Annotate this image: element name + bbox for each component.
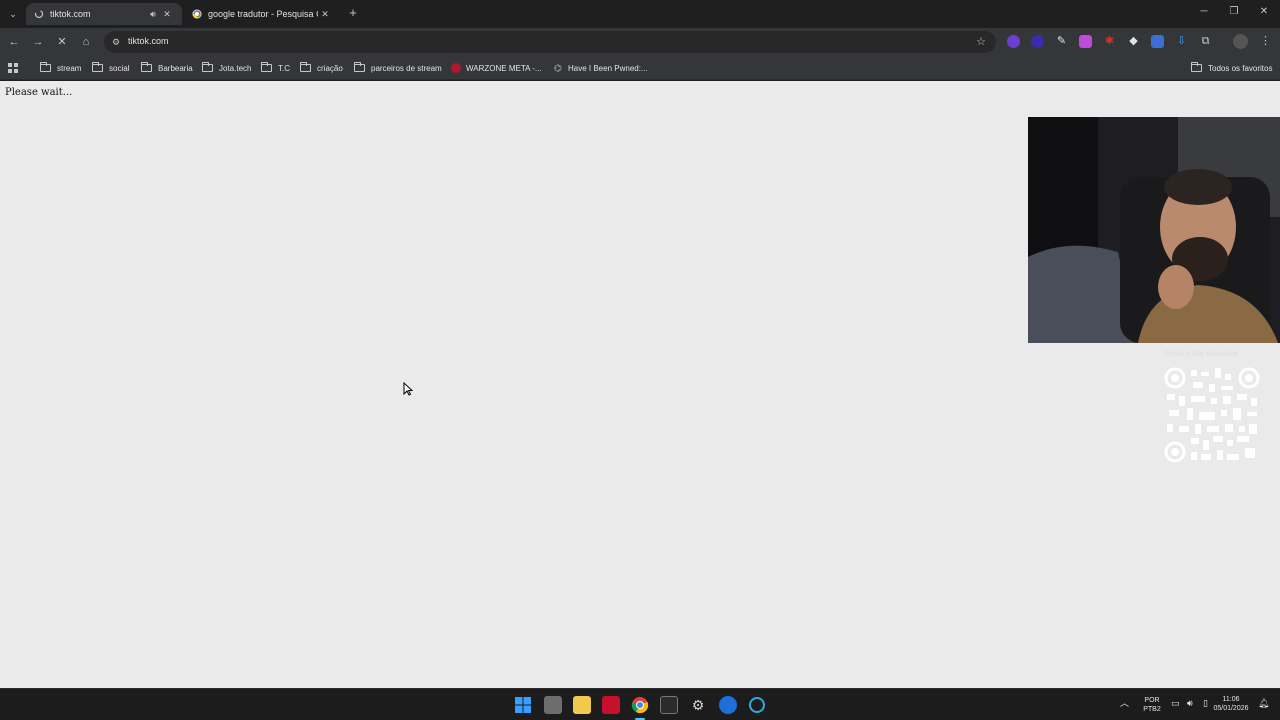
bookmark-label: parceiros de stream xyxy=(371,63,442,73)
steam-icon[interactable]: ⚙ xyxy=(689,696,707,714)
download-icon[interactable]: ⇩ xyxy=(1175,35,1188,48)
webcam-overlay xyxy=(1028,117,1280,343)
bookmarks-bar: stream social Barbearia Jota.tech T.C cr… xyxy=(0,56,1280,80)
bookmark-folder-tc[interactable]: T.C xyxy=(261,61,290,75)
bookmark-label: stream xyxy=(57,63,82,73)
loading-message: Please wait... xyxy=(5,87,73,98)
extension-purple-icon[interactable] xyxy=(1007,35,1020,48)
file-explorer-icon[interactable] xyxy=(573,696,591,714)
bookmark-label: social xyxy=(109,63,130,73)
stop-loading-button[interactable]: ✕ xyxy=(54,34,70,50)
minimize-button[interactable]: ─ xyxy=(1196,6,1212,20)
all-bookmarks-button[interactable]: Todos os favoritos xyxy=(1191,61,1272,75)
folder-icon xyxy=(1191,62,1202,72)
windows-start-icon[interactable] xyxy=(514,696,532,714)
speaker-icon[interactable]: 🔊︎ xyxy=(146,9,160,20)
folder-icon xyxy=(261,62,272,72)
extension-blue-icon[interactable] xyxy=(1031,35,1044,48)
loading-favicon-icon xyxy=(34,9,44,19)
clock-date: 05/01/2026 xyxy=(1213,705,1249,712)
back-button[interactable]: ← xyxy=(6,34,22,50)
extension-red-icon[interactable]: ✱ xyxy=(1103,35,1116,48)
tray-overflow-chevron-icon[interactable]: ︿ xyxy=(1120,699,1129,708)
bookmark-folder-parceiros[interactable]: parceiros de stream xyxy=(354,61,442,75)
google-icon xyxy=(192,9,202,19)
extension-diamond-icon[interactable]: ◆ xyxy=(1127,35,1140,48)
bookmark-label: WARZONE META -... xyxy=(466,63,542,73)
eyedropper-icon[interactable]: ✎ xyxy=(1055,35,1068,48)
language-code: POR xyxy=(1144,697,1160,704)
browser-toolbar: ← → ✕ ⌂ ⚙ tiktok.com ☆ ✎ ✱ ◆ ⇩ ⧉ ⋮ xyxy=(0,28,1280,56)
app-circle-icon[interactable] xyxy=(749,697,765,713)
bookmark-folder-barbearia[interactable]: Barbearia xyxy=(141,61,193,75)
forward-button[interactable]: → xyxy=(30,34,46,50)
bookmark-warzone-meta[interactable]: WARZONE META -... xyxy=(451,61,542,75)
apps-grid-icon[interactable] xyxy=(8,61,18,75)
bookmark-label: Jota.tech xyxy=(219,63,252,73)
bookmark-label: Have I Been Pwned:... xyxy=(568,63,648,73)
notifications-icon[interactable]: 🔔︎ xyxy=(1258,699,1269,708)
folder-icon xyxy=(141,62,152,72)
network-icon[interactable]: ▭ xyxy=(1171,699,1180,708)
folder-icon xyxy=(40,62,51,72)
chevron-down-icon: ⌄ xyxy=(9,8,17,19)
qr-code xyxy=(1163,366,1261,464)
bookmark-label: criação xyxy=(317,63,343,73)
bookmark-label: T.C xyxy=(278,63,290,73)
home-button[interactable]: ⌂ xyxy=(78,34,94,50)
translate-icon[interactable] xyxy=(1151,35,1164,48)
warzone-icon xyxy=(451,63,461,73)
close-tab-icon[interactable]: ✕ xyxy=(318,9,332,20)
volume-icon[interactable]: 🔊︎ xyxy=(1187,699,1193,708)
tab-title: google tradutor - Pesquisa Goo xyxy=(208,9,318,19)
epic-games-icon[interactable] xyxy=(660,696,678,714)
folder-icon xyxy=(300,62,311,72)
menu-kebab-icon[interactable]: ⋮ xyxy=(1259,35,1272,48)
bookmark-folder-criacao[interactable]: criação xyxy=(300,61,343,75)
bookmark-star-icon[interactable]: ☆ xyxy=(976,35,986,48)
tab-tiktok[interactable]: tiktok.com 🔊︎ ✕ xyxy=(26,3,182,25)
restore-button[interactable]: ❐ xyxy=(1226,6,1242,20)
battlenet-icon[interactable] xyxy=(719,696,737,714)
chrome-icon[interactable] xyxy=(631,696,649,714)
clock-time: 11:06 xyxy=(1222,696,1240,703)
pwned-icon: ⌬ xyxy=(554,63,562,73)
language-indicator[interactable]: POR PTB2 xyxy=(1140,696,1164,714)
task-view-icon[interactable] xyxy=(544,696,562,714)
app-bolt-icon[interactable] xyxy=(602,696,620,714)
bookmark-folder-social[interactable]: social xyxy=(92,61,129,75)
tab-search-button[interactable]: ⌄ xyxy=(4,5,22,23)
address-url: tiktok.com xyxy=(128,36,169,46)
windows-taskbar: ⚙ ︿ POR PTB2 ▭ 🔊︎ ▯ 11:06 05/01/2026 🔔︎ xyxy=(0,688,1280,720)
address-bar[interactable]: ⚙ tiktok.com ☆ xyxy=(104,31,996,53)
new-tab-button[interactable]: + xyxy=(346,6,360,20)
tab-title: tiktok.com xyxy=(50,9,91,19)
bookmark-have-i-been-pwned[interactable]: ⌬ Have I Been Pwned:... xyxy=(553,61,648,75)
profile-avatar[interactable] xyxy=(1233,34,1248,49)
folder-icon xyxy=(202,62,213,72)
tab-google-tradutor[interactable]: google tradutor - Pesquisa Goo ✕ xyxy=(184,3,340,25)
close-window-button[interactable]: ✕ xyxy=(1256,6,1272,20)
bookmark-folder-jota-tech[interactable]: Jota.tech xyxy=(202,61,251,75)
extensions-puzzle-icon[interactable]: ⧉ xyxy=(1199,35,1212,48)
bookmark-label: Barbearia xyxy=(158,63,193,73)
qr-caption: Apoie a live escaneie xyxy=(1163,349,1239,358)
all-bookmarks-label: Todos os favoritos xyxy=(1208,63,1273,73)
page-viewport: Please wait... Apoie a live escaneie xyxy=(0,81,1280,688)
bookmark-folder-stream[interactable]: stream xyxy=(40,61,81,75)
mouse-cursor-icon xyxy=(403,381,414,396)
battery-icon[interactable]: ▯ xyxy=(1203,699,1208,708)
tab-strip: ⌄ tiktok.com 🔊︎ ✕ google tradutor - Pesq… xyxy=(0,0,1280,28)
extension-pink-icon[interactable] xyxy=(1079,35,1092,48)
close-tab-icon[interactable]: ✕ xyxy=(160,9,174,20)
folder-icon xyxy=(92,62,103,72)
site-info-icon[interactable]: ⚙ xyxy=(110,36,122,48)
clock[interactable]: 11:06 05/01/2026 xyxy=(1209,695,1253,713)
folder-icon xyxy=(354,62,365,72)
keyboard-layout: PTB2 xyxy=(1143,706,1161,713)
